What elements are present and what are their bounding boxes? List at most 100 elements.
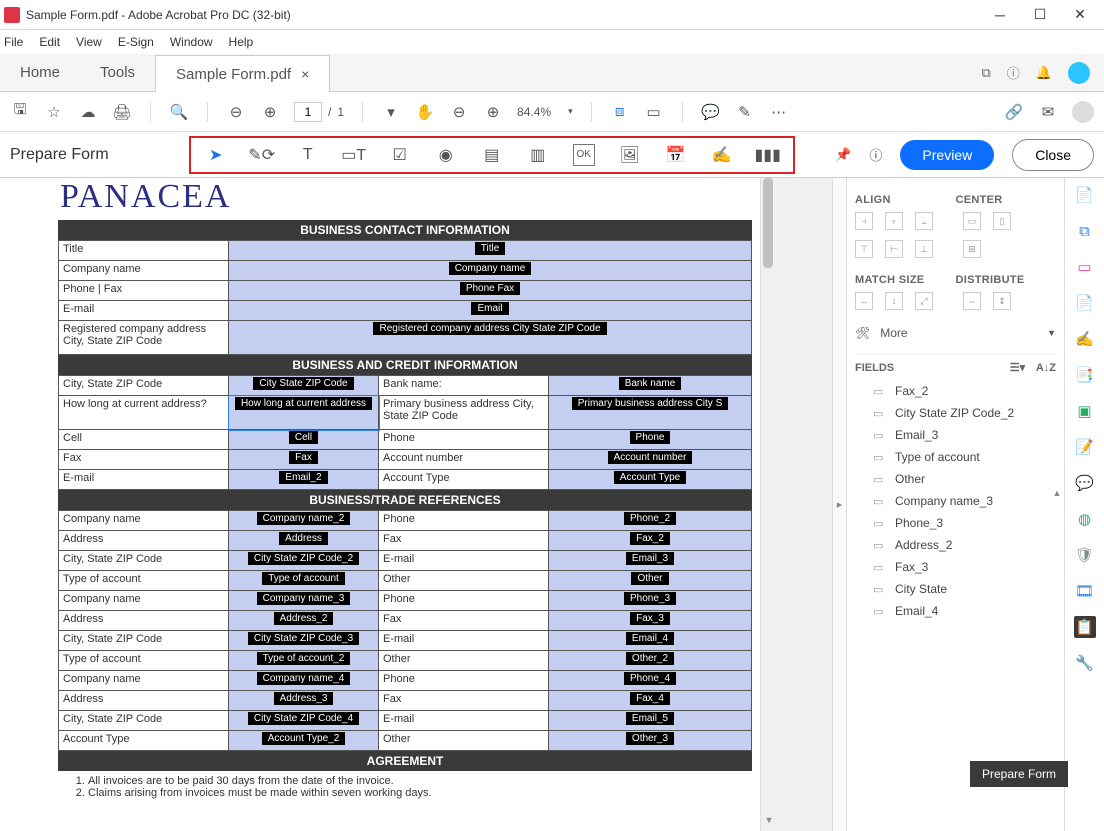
- preview-button[interactable]: Preview: [900, 140, 994, 170]
- document-viewport[interactable]: PANACEA BUSINESS CONTACT INFORMATION Tit…: [0, 178, 832, 831]
- fit-page-icon[interactable]: ▭: [644, 103, 664, 121]
- comment-icon[interactable]: 💬: [701, 103, 721, 121]
- form-field[interactable]: Email_3: [549, 551, 752, 571]
- tab-document[interactable]: Sample Form.pdf ×: [155, 55, 330, 92]
- form-field[interactable]: Email: [229, 301, 752, 321]
- form-field[interactable]: How long at current address: [229, 396, 379, 430]
- form-field[interactable]: City State ZIP Code_2: [229, 551, 379, 571]
- star-icon[interactable]: ☆: [44, 103, 64, 121]
- align-middle-icon[interactable]: ⊢: [885, 240, 903, 258]
- sign-icon[interactable]: ✍: [1074, 328, 1096, 350]
- more-icon[interactable]: ⋯: [769, 103, 789, 121]
- window-close[interactable]: ✕: [1060, 0, 1100, 30]
- form-field[interactable]: Address_3: [229, 691, 379, 711]
- notifications-icon[interactable]: 🔔: [1036, 65, 1052, 81]
- match-height-icon[interactable]: ↕: [885, 292, 903, 310]
- align-top-icon[interactable]: ⊤: [855, 240, 873, 258]
- form-field[interactable]: City State ZIP Code_4: [229, 711, 379, 731]
- menu-esign[interactable]: E-Sign: [118, 35, 154, 49]
- dist-v-icon[interactable]: ⇕: [993, 292, 1011, 310]
- form-field[interactable]: Fax_2: [549, 531, 752, 551]
- field-list-item[interactable]: ▭Phone_3: [855, 512, 1056, 534]
- more-dropdown[interactable]: 🛠 More ▼: [855, 320, 1056, 346]
- zoom-in-icon[interactable]: ⊕: [483, 103, 503, 121]
- form-field[interactable]: Phone_4: [549, 671, 752, 691]
- media-icon[interactable]: 🎞: [1074, 580, 1096, 602]
- send-comments-icon[interactable]: 📝: [1074, 436, 1096, 458]
- form-field[interactable]: Type of account_2: [229, 651, 379, 671]
- date-tool[interactable]: 📅: [665, 144, 687, 166]
- window-maximize[interactable]: ☐: [1020, 0, 1060, 30]
- signature-tool[interactable]: ✍: [711, 144, 733, 166]
- form-field[interactable]: Other_3: [549, 731, 752, 751]
- organize-icon[interactable]: 📑: [1074, 364, 1096, 386]
- match-width-icon[interactable]: ↔: [855, 292, 873, 310]
- compress-icon[interactable]: ▣: [1074, 400, 1096, 422]
- form-field[interactable]: Fax: [229, 450, 379, 470]
- form-field[interactable]: Address_2: [229, 611, 379, 631]
- print-icon[interactable]: 🖨: [112, 103, 132, 121]
- profile-icon[interactable]: [1072, 101, 1094, 123]
- tab-home[interactable]: Home: [0, 54, 80, 91]
- form-field[interactable]: Email_2: [229, 470, 379, 490]
- form-field[interactable]: Email_4: [549, 631, 752, 651]
- form-field[interactable]: Phone_3: [549, 591, 752, 611]
- zoom-level[interactable]: 84.4%: [517, 105, 551, 119]
- edit-tool[interactable]: ✎⟳: [251, 144, 273, 166]
- form-field[interactable]: Title: [229, 241, 752, 261]
- text-field-tool[interactable]: T: [297, 144, 319, 166]
- align-right-icon[interactable]: ⫠: [915, 212, 933, 230]
- quick-tools-icon[interactable]: ⧉: [982, 65, 991, 81]
- close-button[interactable]: Close: [1012, 139, 1094, 171]
- barcode-tool[interactable]: ▮▮▮: [757, 144, 779, 166]
- text-box-tool[interactable]: ▭T: [343, 144, 365, 166]
- protect-icon[interactable]: 🛡: [1074, 544, 1096, 566]
- image-tool[interactable]: 🖼: [619, 144, 641, 166]
- form-field[interactable]: Account number: [549, 450, 752, 470]
- center-both-icon[interactable]: ⊞: [963, 240, 981, 258]
- field-list-item[interactable]: ▭City State: [855, 578, 1056, 600]
- menu-view[interactable]: View: [76, 35, 102, 49]
- menu-help[interactable]: Help: [229, 35, 254, 49]
- form-field[interactable]: Phone Fax: [229, 281, 752, 301]
- form-field[interactable]: Company name: [229, 261, 752, 281]
- page-down-icon[interactable]: ⊕: [260, 103, 280, 121]
- checkbox-tool[interactable]: ☑: [389, 144, 411, 166]
- form-field[interactable]: Cell: [229, 430, 379, 450]
- link-icon[interactable]: 🔗: [1004, 103, 1024, 121]
- sort-az-icon[interactable]: A↓Z: [1036, 362, 1056, 374]
- hand-tool-icon[interactable]: ✋: [415, 103, 435, 121]
- select-field-tool[interactable]: ➤: [205, 144, 227, 166]
- form-field[interactable]: Other: [549, 571, 752, 591]
- form-field[interactable]: City State ZIP Code: [229, 376, 379, 396]
- center-v-icon[interactable]: ▯: [993, 212, 1011, 230]
- pin-icon[interactable]: 📌: [835, 147, 851, 163]
- dropdown-tool[interactable]: ▥: [527, 144, 549, 166]
- comment-rail-icon[interactable]: 💬: [1074, 472, 1096, 494]
- sort-icon[interactable]: ☰▾: [1010, 362, 1025, 374]
- align-left-icon[interactable]: ⫞: [855, 212, 873, 230]
- fit-width-icon[interactable]: ⧈: [610, 103, 630, 120]
- page-current-input[interactable]: [294, 102, 322, 122]
- highlight-icon[interactable]: ✎: [735, 103, 755, 121]
- menu-window[interactable]: Window: [170, 35, 213, 49]
- field-list-item[interactable]: ▭Other: [855, 468, 1056, 490]
- form-field[interactable]: Fax_3: [549, 611, 752, 631]
- tab-close-icon[interactable]: ×: [301, 66, 309, 82]
- form-field[interactable]: Fax_4: [549, 691, 752, 711]
- export-icon[interactable]: 📄: [1074, 292, 1096, 314]
- prepare-form-rail-icon[interactable]: 📋: [1074, 616, 1096, 638]
- zoom-out-icon[interactable]: ⊖: [449, 103, 469, 121]
- field-list-item[interactable]: ▭Type of account: [855, 446, 1056, 468]
- form-field[interactable]: Account Type_2: [229, 731, 379, 751]
- create-pdf-icon[interactable]: 📄: [1074, 184, 1096, 206]
- field-list-item[interactable]: ▭Address_2: [855, 534, 1056, 556]
- menu-file[interactable]: File: [4, 35, 23, 49]
- form-field[interactable]: Email_5: [549, 711, 752, 731]
- menu-edit[interactable]: Edit: [39, 35, 60, 49]
- select-tool-icon[interactable]: ▾: [381, 103, 401, 121]
- form-field[interactable]: Phone: [549, 430, 752, 450]
- panel-collapse-toggle[interactable]: ▸: [832, 178, 846, 831]
- save-icon[interactable]: 🖫: [10, 99, 30, 124]
- form-field[interactable]: Primary business address City S: [549, 396, 752, 430]
